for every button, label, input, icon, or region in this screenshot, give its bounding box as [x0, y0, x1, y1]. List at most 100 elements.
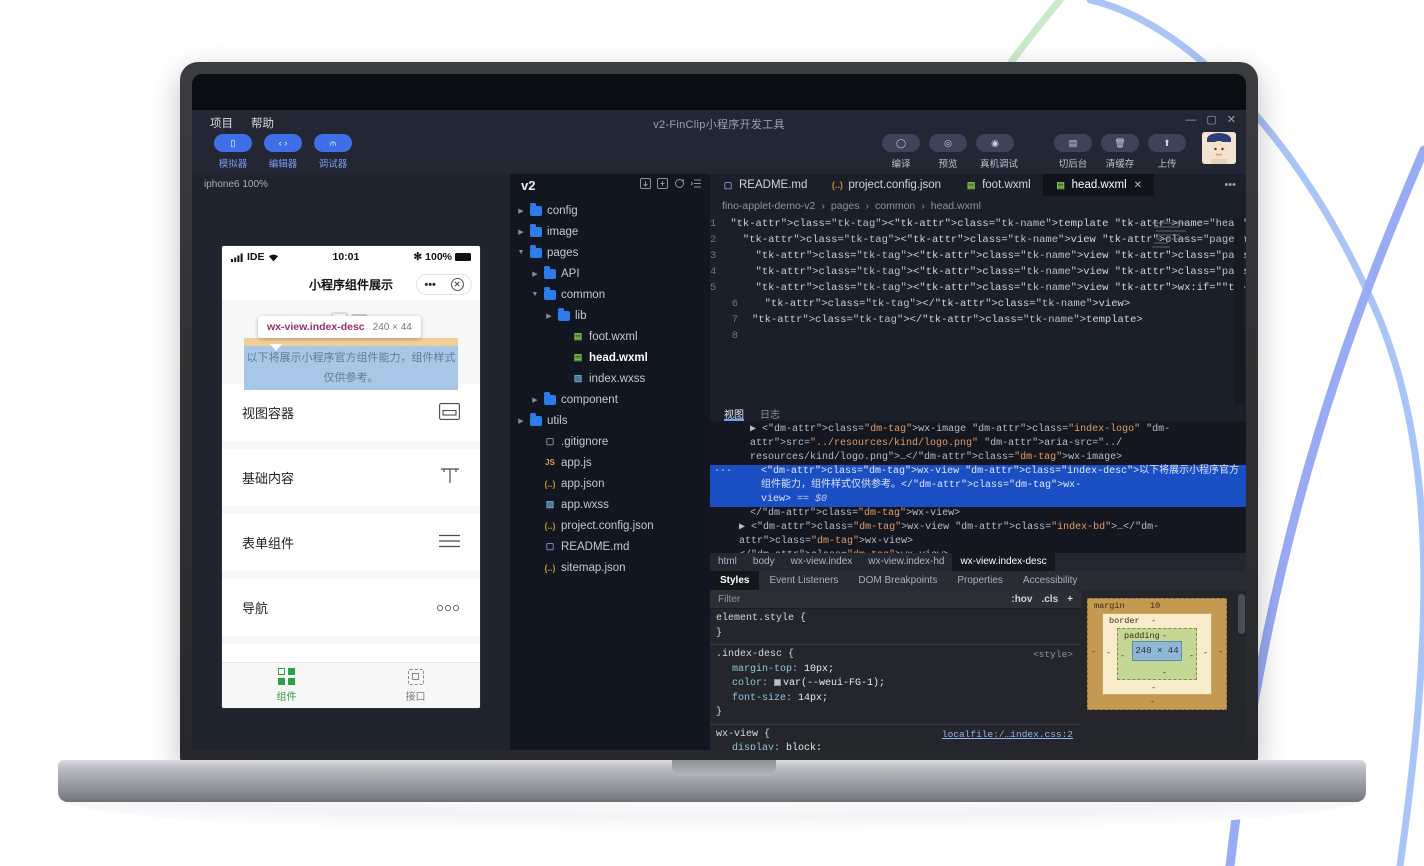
css-value[interactable]: var(--weui-FG-1); — [783, 678, 885, 689]
tree-node-app-js[interactable]: JSapp.js — [511, 452, 710, 473]
dom-breadcrumb-item[interactable]: body — [745, 553, 783, 571]
box-border-bottom-value[interactable]: - — [1151, 683, 1156, 693]
phone-simulator[interactable]: IDE 10:01 ✻ 100% — [222, 246, 480, 708]
tree-node-image[interactable]: ▶image — [511, 221, 710, 242]
css-rule[interactable]: .index-desc {<style>margin-top: 10px;col… — [716, 648, 1081, 721]
node-overflow-icon[interactable]: ··· — [714, 465, 732, 479]
toolbar-button-preview[interactable]: ◎ 预览 — [929, 134, 967, 170]
box-padding-region[interactable]: padding - - - - 240 × 44 — [1117, 628, 1197, 680]
dom-node-line[interactable]: ···<"dm-attr">class="dm-tag">wx-view "dm… — [710, 465, 1246, 493]
css-value[interactable]: 10px; — [804, 664, 834, 675]
box-margin-top-value[interactable]: 10 — [1150, 601, 1160, 611]
box-padding-right-value[interactable]: - — [1189, 651, 1194, 661]
breadcrumb-item[interactable]: pages — [831, 200, 860, 212]
toolbar-button-clear-cache[interactable]: 🗑 清缓存 — [1101, 134, 1139, 170]
close-tab-icon[interactable]: ✕ — [1134, 180, 1142, 191]
css-declaration[interactable]: margin-top: 10px; — [716, 663, 1073, 678]
dom-tree[interactable]: ▶ <"dm-attr">class="dm-tag">wx-image "dm… — [710, 421, 1246, 553]
toolbar-button-editor[interactable]: ‹ › 编辑器 — [264, 134, 302, 170]
collapse-all-icon[interactable] — [691, 178, 702, 192]
phone-capsule-button[interactable]: ••• ✕ — [416, 274, 472, 295]
styles-tab-event-listeners[interactable]: Event Listeners — [759, 571, 848, 590]
css-value[interactable]: 14px; — [798, 693, 828, 704]
tree-node-api[interactable]: ▶API — [511, 263, 710, 284]
css-selector[interactable]: .index-desc { — [716, 648, 1073, 663]
breadcrumb-item[interactable]: head.wxml — [931, 200, 981, 212]
phone-tab-components[interactable]: 组件 — [222, 663, 351, 708]
dom-node-line[interactable]: </"dm-attr">class="dm-tag">wx-view> — [710, 507, 1246, 521]
dom-node-line[interactable]: view> == $0 — [710, 493, 1246, 507]
dom-node-line[interactable]: </"dm-attr">class="dm-tag">wx-view> — [710, 549, 1246, 553]
editor-tab-head-wxml[interactable]: ▤head.wxml✕ — [1043, 174, 1154, 196]
chevron-right-icon[interactable]: ▶ — [517, 228, 525, 236]
breadcrumb-item[interactable]: fino-applet-demo-v2 — [722, 200, 815, 212]
tree-node-lib[interactable]: ▶lib — [511, 305, 710, 326]
toolbar-button-compile[interactable]: ◯ 编译 — [882, 134, 920, 170]
chevron-right-icon[interactable]: ▶ — [545, 312, 553, 320]
tree-node-sitemap-json[interactable]: (..)sitemap.json — [511, 557, 710, 578]
styles-tab-accessibility[interactable]: Accessibility — [1013, 571, 1087, 590]
css-declaration[interactable]: display: block; — [716, 742, 1073, 750]
css-rule[interactable]: element.style {} — [716, 612, 1081, 641]
box-margin-right-value[interactable]: - — [1218, 647, 1223, 657]
toolbar-button-background[interactable]: ▤ 切后台 — [1054, 134, 1092, 170]
new-folder-icon[interactable] — [657, 178, 668, 192]
box-model-diagram[interactable]: margin 10 - - - border - - - — [1087, 598, 1227, 710]
tree-node-component[interactable]: ▶component — [511, 389, 710, 410]
dom-node-line[interactable]: ▶ <"dm-attr">class="dm-tag">wx-view "dm-… — [710, 521, 1246, 549]
minimize-icon[interactable]: — — [1185, 114, 1196, 126]
devtools-tab-view[interactable]: 视图 — [724, 406, 744, 421]
box-padding-bottom-value[interactable]: - — [1162, 668, 1167, 678]
add-style-rule-icon[interactable]: + — [1067, 594, 1073, 605]
css-source-link[interactable]: <style> — [1033, 648, 1073, 663]
tree-node-index-wxss[interactable]: ▨index.wxss — [511, 368, 710, 389]
css-rule[interactable]: wx-view {localfile:/…index.css:2display:… — [716, 728, 1081, 751]
devtools-tab-log[interactable]: 日志 — [760, 406, 780, 421]
tree-node-app-wxss[interactable]: ▨app.wxss — [511, 494, 710, 515]
chevron-right-icon[interactable]: ▶ — [531, 396, 539, 404]
styles-tab-styles[interactable]: Styles — [710, 571, 759, 590]
tree-node-project-config-json[interactable]: (..)project.config.json — [511, 515, 710, 536]
phone-tab-api[interactable]: 接口 — [351, 663, 480, 708]
breadcrumb-item[interactable]: common — [875, 200, 915, 212]
tree-node-config[interactable]: ▶config — [511, 200, 710, 221]
code-scrollbar[interactable] — [1234, 216, 1244, 404]
box-border-region[interactable]: border - - - - padding - - — [1102, 613, 1212, 695]
list-item[interactable]: 视图容器 — [222, 384, 480, 441]
list-item[interactable]: 基础内容 — [222, 449, 480, 506]
css-source-link[interactable]: localfile:/…index.css:2 — [942, 728, 1073, 743]
editor-tab-project-config-json[interactable]: (..)project.config.json — [819, 174, 953, 196]
styles-scrollbar[interactable] — [1238, 594, 1245, 634]
toolbar-button-debugger[interactable]: ⫙ 调试器 — [314, 134, 352, 170]
dom-node-line[interactable]: resources/kind/logo.png">…</"dm-attr">cl… — [710, 451, 1246, 465]
box-margin-left-value[interactable]: - — [1091, 647, 1096, 657]
list-item[interactable]: 表单组件 — [222, 514, 480, 571]
css-declaration[interactable]: color: var(--weui-FG-1); — [716, 677, 1073, 692]
tree-node-common[interactable]: ▼common — [511, 284, 710, 305]
refresh-icon[interactable] — [674, 178, 685, 192]
color-swatch[interactable] — [774, 679, 781, 686]
code-editor[interactable]: 1"tk-attr">class="tk-tag"><"tk-attr">cla… — [710, 216, 1246, 404]
new-file-icon[interactable] — [640, 178, 651, 192]
editor-tabs-overflow-icon[interactable]: ••• — [1214, 174, 1246, 196]
tree-node-readme-md[interactable]: ▢README.md — [511, 536, 710, 557]
dom-breadcrumb-item[interactable]: wx-view.index — [783, 553, 861, 571]
css-rules-list[interactable]: element.style {} .index-desc {<style>marg… — [710, 609, 1081, 750]
close-icon[interactable]: ✕ — [1227, 114, 1236, 126]
close-circle-icon[interactable]: ✕ — [451, 278, 464, 291]
styles-filter-input[interactable]: Filter — [718, 594, 1011, 605]
list-item[interactable]: 导航 — [222, 579, 480, 636]
box-border-top-value[interactable]: - — [1151, 616, 1156, 626]
tree-node-foot-wxml[interactable]: ▤foot.wxml — [511, 326, 710, 347]
editor-tab-readme-md[interactable]: ▢README.md — [710, 174, 819, 196]
chevron-right-icon[interactable]: ▶ — [517, 417, 525, 425]
tree-node-pages[interactable]: ▼pages — [511, 242, 710, 263]
hov-toggle[interactable]: :hov — [1011, 594, 1032, 605]
box-margin-bottom-value[interactable]: - — [1150, 697, 1155, 707]
dom-breadcrumb-item[interactable]: html — [710, 553, 745, 571]
chevron-down-icon[interactable]: ▼ — [517, 249, 525, 256]
toolbar-button-upload[interactable]: ⬆ 上传 — [1148, 134, 1186, 170]
css-value[interactable]: block; — [786, 743, 822, 750]
editor-tab-foot-wxml[interactable]: ▤foot.wxml — [953, 174, 1043, 196]
dom-node-line[interactable]: ▶ <"dm-attr">class="dm-tag">wx-image "dm… — [710, 423, 1246, 451]
